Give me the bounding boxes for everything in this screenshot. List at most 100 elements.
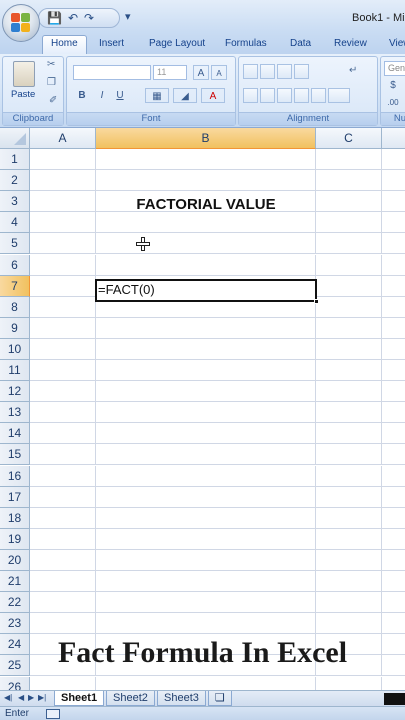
insert-sheet-icon[interactable]: ❏ <box>208 691 232 706</box>
wrap-text-icon[interactable]: ↵ <box>349 65 357 76</box>
row-header[interactable]: 1 <box>0 149 30 171</box>
row-header[interactable]: 18 <box>0 507 30 529</box>
grid-cell[interactable] <box>382 212 405 234</box>
decimal-button[interactable]: .00 <box>385 95 401 110</box>
office-button[interactable] <box>2 4 40 42</box>
row-header[interactable]: 9 <box>0 317 30 339</box>
select-all-corner[interactable] <box>0 128 30 149</box>
paste-button[interactable]: Paste <box>11 89 35 100</box>
grid-cell[interactable] <box>382 233 405 255</box>
grid-cell[interactable] <box>96 233 316 255</box>
grid-cell[interactable] <box>382 487 405 508</box>
grid-cell[interactable] <box>30 338 96 360</box>
grid-cell[interactable] <box>316 360 382 382</box>
grid-cell[interactable] <box>96 592 316 614</box>
sheet-tab-3[interactable]: Sheet3 <box>157 691 206 706</box>
align-center-icon[interactable] <box>260 88 275 103</box>
row-header[interactable]: 21 <box>0 571 30 593</box>
grid-cell[interactable] <box>316 254 382 276</box>
grid-cell[interactable] <box>316 296 382 318</box>
row-header[interactable]: 20 <box>0 549 30 571</box>
tab-page-layout[interactable]: Page Layout <box>149 35 205 54</box>
row-header[interactable]: 22 <box>0 592 30 614</box>
sheet-tab-2[interactable]: Sheet2 <box>106 691 155 706</box>
grid-cell[interactable] <box>96 486 316 508</box>
grid-cell[interactable] <box>96 317 316 339</box>
grid-cell[interactable] <box>382 149 405 171</box>
row-header[interactable]: 5 <box>0 233 30 255</box>
grid-cell[interactable] <box>96 338 316 360</box>
row-header[interactable]: 13 <box>0 402 30 424</box>
grid-cell[interactable] <box>96 254 316 276</box>
grid-cell[interactable] <box>96 444 316 466</box>
tab-insert[interactable]: Insert <box>99 35 124 54</box>
font-name-input[interactable] <box>73 65 151 80</box>
grid-cell[interactable] <box>382 402 405 424</box>
row-header[interactable]: 15 <box>0 444 30 466</box>
decrease-indent-icon[interactable] <box>294 88 309 103</box>
horizontal-align-buttons[interactable] <box>243 88 350 103</box>
grid-cell[interactable] <box>96 402 316 424</box>
grid-cell[interactable] <box>316 338 382 360</box>
vertical-align-buttons[interactable] <box>243 64 309 79</box>
grid-cell[interactable] <box>96 149 316 171</box>
grid-cell[interactable] <box>316 507 382 529</box>
grid-cell[interactable] <box>96 571 316 593</box>
column-header-d[interactable] <box>382 128 405 149</box>
grid-cell[interactable] <box>96 676 316 690</box>
grid-cell[interactable] <box>30 444 96 466</box>
undo-icon[interactable]: ↶ <box>68 12 78 24</box>
row-header[interactable]: 14 <box>0 423 30 445</box>
grid-cell[interactable] <box>382 276 405 297</box>
last-sheet-icon[interactable]: ▶| <box>38 693 46 702</box>
row-header[interactable]: 23 <box>0 613 30 635</box>
tab-home[interactable]: Home <box>42 35 87 54</box>
grid-cell[interactable] <box>96 613 316 635</box>
column-header-b[interactable]: B <box>96 128 316 149</box>
borders-icon[interactable]: ▦ <box>145 88 169 103</box>
grid-cell[interactable] <box>316 676 382 690</box>
grid-cell[interactable] <box>382 191 405 213</box>
fill-handle[interactable] <box>314 299 319 304</box>
row-header[interactable]: 7 <box>0 275 30 297</box>
column-header-a[interactable]: A <box>30 128 96 149</box>
grid-cell[interactable] <box>316 613 382 635</box>
prev-sheet-icon[interactable]: ◀ <box>18 693 24 702</box>
grid-cell[interactable] <box>30 571 96 593</box>
align-top-icon[interactable] <box>243 64 258 79</box>
number-format-select[interactable]: Gene <box>384 61 405 76</box>
row-header[interactable]: 11 <box>0 360 30 382</box>
row-header[interactable]: 8 <box>0 296 30 318</box>
tab-view[interactable]: View <box>389 35 405 54</box>
grid-cell[interactable] <box>96 170 316 192</box>
grid-cell[interactable] <box>30 296 96 318</box>
grid-cell[interactable] <box>30 402 96 424</box>
grid-cell[interactable] <box>316 191 382 213</box>
grid-cell[interactable] <box>96 549 316 571</box>
row-header[interactable]: 3 <box>0 191 30 213</box>
align-left-icon[interactable] <box>243 88 258 103</box>
grid-cell[interactable] <box>382 381 405 403</box>
align-right-icon[interactable] <box>277 88 292 103</box>
currency-button[interactable]: $ <box>387 78 399 93</box>
grid-cell[interactable] <box>30 592 96 614</box>
grid-cell[interactable] <box>316 149 382 171</box>
grid-cell[interactable] <box>316 423 382 445</box>
grid-cell[interactable] <box>316 528 382 550</box>
grid-cell[interactable] <box>30 275 96 297</box>
grid-cell[interactable] <box>382 297 405 318</box>
row-header[interactable]: 4 <box>0 212 30 234</box>
grid-cell[interactable] <box>30 613 96 635</box>
row-header[interactable]: 2 <box>0 170 30 192</box>
sheet-tab-1[interactable]: Sheet1 <box>54 691 105 706</box>
spreadsheet-grid[interactable]: 1 2 3 4 5 6 7 8 9 10 11 12 13 14 15 16 17 18 19 20 21 22 23 24 2… <box>0 149 405 690</box>
cell-b3-title[interactable]: FACTORIAL VALUE <box>96 192 316 218</box>
grid-cell[interactable] <box>30 423 96 445</box>
grid-cell[interactable] <box>30 528 96 550</box>
bold-button[interactable]: B <box>75 88 89 103</box>
grid-cell[interactable] <box>382 592 405 614</box>
grid-cell[interactable] <box>382 466 405 487</box>
cut-icon[interactable]: ✂ <box>47 59 55 70</box>
grid-cell[interactable] <box>30 507 96 529</box>
row-header[interactable]: 19 <box>0 528 30 550</box>
